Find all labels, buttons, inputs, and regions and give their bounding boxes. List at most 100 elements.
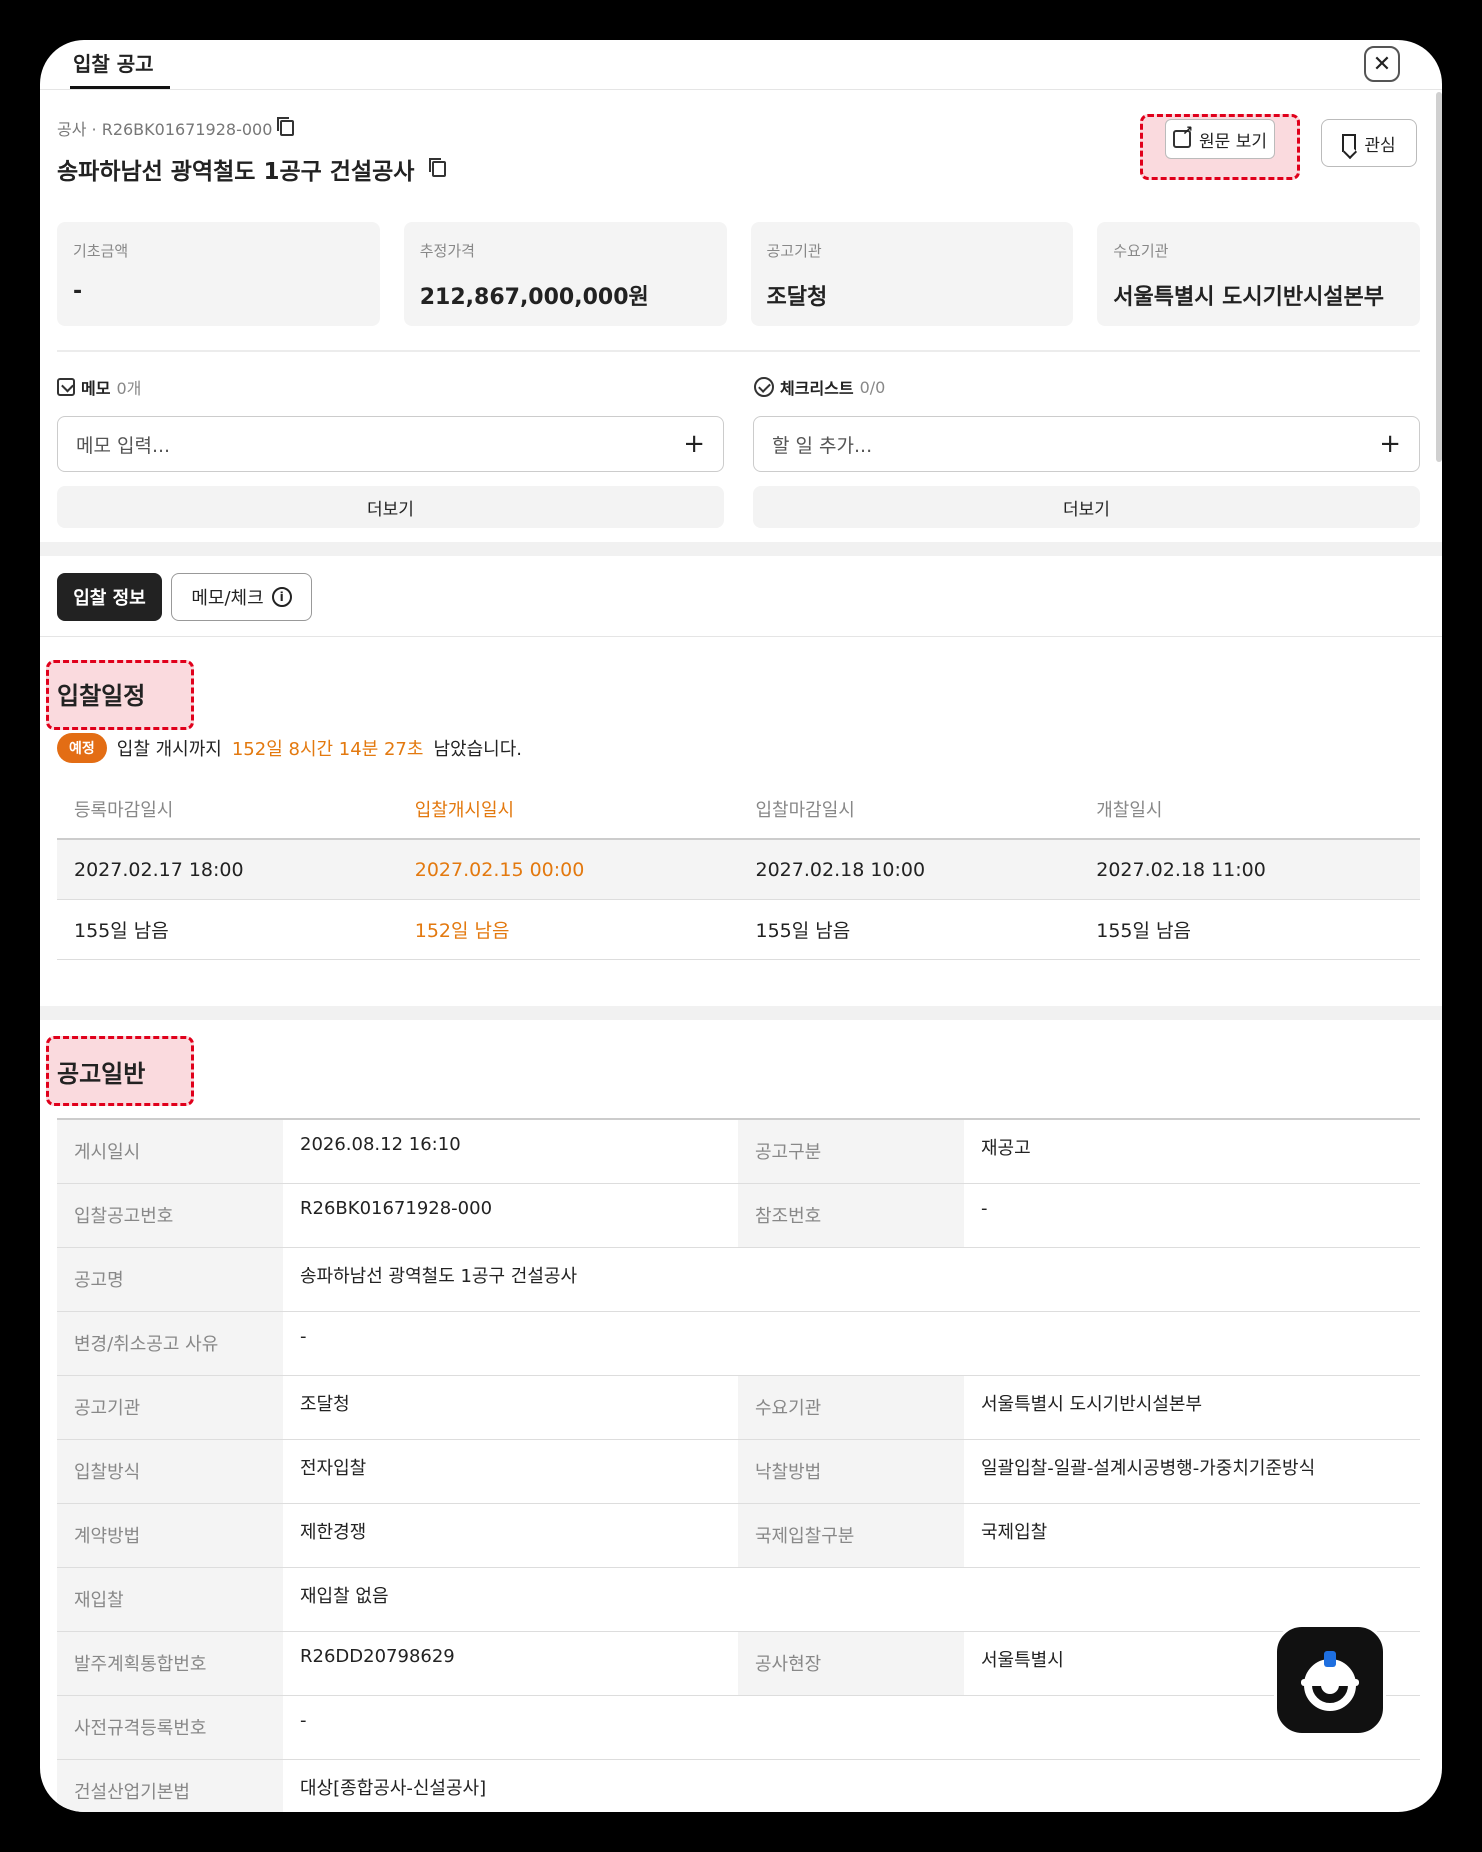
row-key: 건설산업기본법 [57, 1760, 283, 1812]
close-button[interactable]: ✕ [1364, 46, 1400, 82]
row-value: 2026.08.12 16:10 [300, 1134, 461, 1155]
tab-bid-info[interactable]: 입찰 정보 [57, 573, 162, 621]
row-key: 국제입찰구분 [738, 1504, 964, 1567]
plus-icon[interactable]: + [683, 429, 705, 459]
section-separator [40, 542, 1442, 556]
table-cell: 2027.02.15 00:00 [414, 858, 585, 881]
row-key: 발주계획통합번호 [57, 1632, 283, 1695]
row-key: 계약방법 [57, 1504, 283, 1567]
table-row: 2027.02.17 18:00 2027.02.15 00:00 2027.0… [57, 840, 1420, 900]
column-header: 입찰마감일시 [755, 800, 855, 821]
close-icon: ✕ [1372, 51, 1392, 77]
row-value: - [300, 1326, 307, 1347]
table-row: 입찰공고번호 R26BK01671928-000 참조번호 - [57, 1184, 1420, 1248]
section-separator [40, 1006, 1442, 1020]
card-demand-agency: 수요기관 서울특별시 도시기반시설본부 [1097, 222, 1420, 326]
row-value: 전자입찰 [300, 1458, 367, 1479]
copy-icon[interactable] [277, 117, 295, 136]
table-cell: 155일 남음 [1096, 920, 1191, 942]
check-circle-icon [754, 377, 774, 397]
memo-title: 메모 [81, 379, 111, 398]
page-title: 송파하남선 광역철도 1공구 건설공사 [57, 152, 447, 186]
column-header: 입찰개시일시 [414, 800, 515, 821]
row-value: 국제입찰 [981, 1522, 1048, 1543]
status-suffix: 남았습니다. [433, 739, 522, 760]
table-row: 재입찰 재입찰 없음 [57, 1568, 1420, 1632]
row-key: 참조번호 [738, 1184, 964, 1247]
table-cell: 155일 남음 [755, 920, 851, 942]
row-key: 입찰방식 [57, 1440, 283, 1503]
scrollbar[interactable] [1436, 92, 1442, 462]
memo-icon [57, 378, 75, 396]
summary-cards: 기초금액 - 추정가격 212,867,000,000원 공고기관 조달청 수요… [57, 222, 1420, 326]
table-row: 계약방법 제한경쟁 국제입찰구분 국제입찰 [57, 1504, 1420, 1568]
table-cell: 155일 남음 [74, 920, 169, 942]
card-value: 조달청 [766, 285, 828, 310]
row-key: 공사현장 [738, 1632, 964, 1695]
checklist-placeholder: 할 일 추가... [772, 434, 873, 457]
copy-icon[interactable] [429, 158, 447, 177]
checklist-title: 체크리스트 [780, 379, 854, 398]
status-badge: 예정 [57, 733, 107, 763]
notice-title: 송파하남선 광역철도 1공구 건설공사 [57, 159, 415, 185]
general-section-title: 공고일반 [57, 1060, 146, 1088]
row-value: 서울특별시 도시기반시설본부 [981, 1394, 1203, 1415]
row-value: R26BK01671928-000 [300, 1198, 493, 1219]
row-value: 대상[종합공사-신설공사] [300, 1778, 487, 1799]
row-value: 재입찰 없음 [300, 1586, 389, 1607]
card-value: 212,867,000,000원 [419, 285, 649, 310]
card-label: 추정가격 [419, 242, 475, 260]
card-label: 수요기관 [1113, 242, 1169, 260]
table-row: 변경/취소공고 사유 - [57, 1312, 1420, 1376]
schedule-table: 등록마감일시 입찰개시일시 입찰마감일시 개찰일시 2027.02.17 18:… [57, 780, 1420, 960]
assistant-button[interactable] [1274, 1624, 1386, 1736]
general-info-table: 게시일시 2026.08.12 16:10 공고구분 재공고 입찰공고번호 R2… [57, 1118, 1420, 1812]
table-row: 발주계획통합번호 R26DD20798629 공사현장 서울특별시 [57, 1632, 1420, 1696]
favorite-label: 관심 [1364, 135, 1396, 156]
checklist-input[interactable]: 할 일 추가... + [753, 416, 1420, 472]
row-key: 게시일시 [57, 1120, 283, 1183]
row-key: 공고기관 [57, 1376, 283, 1439]
card-value: - [73, 279, 83, 304]
info-icon: i [271, 587, 292, 607]
view-original-button[interactable]: 원문 보기 [1165, 119, 1275, 159]
row-key: 사전규격등록번호 [57, 1696, 283, 1759]
status-countdown: 152일 8시간 14분 27초 [231, 739, 424, 760]
plus-icon[interactable]: + [1379, 429, 1401, 459]
row-value: 조달청 [300, 1394, 350, 1415]
row-key: 낙찰방법 [738, 1440, 964, 1503]
memo-count: 0개 [116, 379, 142, 398]
row-key: 공고구분 [738, 1120, 964, 1183]
table-cell: 152일 남음 [414, 920, 510, 942]
table-cell: 2027.02.17 18:00 [74, 858, 244, 881]
column-header: 개찰일시 [1096, 800, 1163, 821]
row-value: - [981, 1198, 988, 1219]
card-value: 서울특별시 도시기반시설본부 [1113, 285, 1385, 310]
checklist-more-button[interactable]: 더보기 [753, 486, 1420, 528]
row-value: 제한경쟁 [300, 1522, 367, 1543]
table-row: 공고명 송파하남선 광역철도 1공구 건설공사 [57, 1248, 1420, 1312]
row-value: - [300, 1710, 307, 1731]
table-row: 건설산업기본법 대상[종합공사-신설공사] [57, 1760, 1420, 1812]
row-key: 입찰공고번호 [57, 1184, 283, 1247]
divider [40, 636, 1442, 637]
memo-header: 메모 0개 [57, 375, 141, 399]
checklist-count: 0/0 [859, 377, 886, 397]
favorite-button[interactable]: 관심 [1321, 119, 1417, 167]
table-row: 게시일시 2026.08.12 16:10 공고구분 재공고 [57, 1120, 1420, 1184]
bid-status: 예정 입찰 개시까지 152일 8시간 14분 27초 남았습니다. [57, 733, 522, 763]
view-original-label: 원문 보기 [1199, 131, 1267, 152]
tab-memo-check[interactable]: 메모/체크 i [171, 573, 312, 621]
external-link-icon [1173, 124, 1193, 148]
table-header-row: 등록마감일시 입찰개시일시 입찰마감일시 개찰일시 [57, 780, 1420, 840]
card-base-amount: 기초금액 - [57, 222, 380, 326]
card-label: 기초금액 [73, 242, 129, 260]
column-header: 등록마감일시 [74, 800, 174, 821]
tab-bid-notice[interactable]: 입찰 공고 [73, 48, 154, 89]
table-row: 공고기관 조달청 수요기관 서울특별시 도시기반시설본부 [57, 1376, 1420, 1440]
row-key: 공고명 [57, 1248, 283, 1311]
card-notice-agency: 공고기관 조달청 [750, 222, 1074, 326]
screen: 입찰 공고 ✕ 공사 · R26BK01671928-000 송파하남선 광역철… [40, 40, 1442, 1812]
memo-more-button[interactable]: 더보기 [57, 486, 724, 528]
memo-input[interactable]: 메모 입력... + [57, 416, 724, 472]
